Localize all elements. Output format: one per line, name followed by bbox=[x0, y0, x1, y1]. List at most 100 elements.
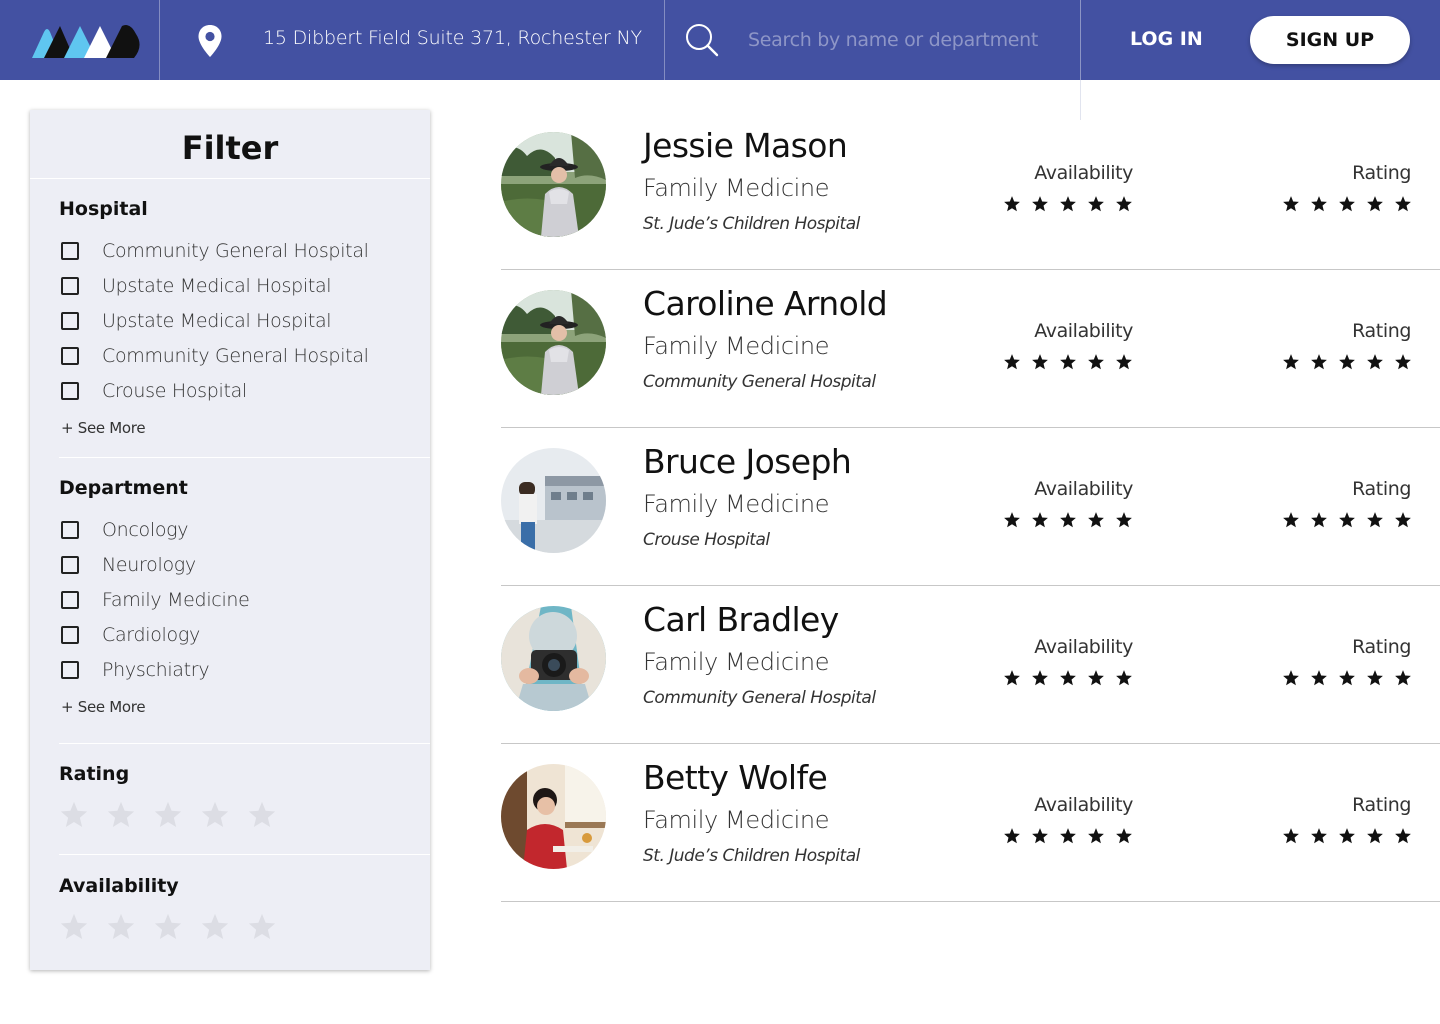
doctor-name[interactable]: Carl Bradley bbox=[643, 600, 839, 639]
hospital-filter-title: Hospital bbox=[59, 198, 148, 220]
star-icon bbox=[1060, 828, 1076, 844]
department-option-label: Oncology bbox=[102, 519, 189, 541]
brand-logo-icon[interactable] bbox=[30, 20, 142, 60]
checkbox[interactable] bbox=[61, 661, 79, 679]
login-button[interactable]: LOG IN bbox=[1130, 28, 1203, 50]
checkbox[interactable] bbox=[61, 556, 79, 574]
hospital-option-label: Crouse Hospital bbox=[102, 380, 247, 402]
checkbox[interactable] bbox=[61, 312, 79, 330]
star-icon bbox=[1395, 512, 1411, 528]
search-input[interactable] bbox=[748, 20, 1058, 60]
doctor-hospital: Community General Hospital bbox=[643, 372, 876, 392]
filter-title: Filter bbox=[181, 129, 279, 167]
star-icon[interactable] bbox=[106, 800, 136, 830]
star-icon bbox=[1367, 670, 1383, 686]
department-option-label: Family Medicine bbox=[102, 589, 250, 611]
department-see-more-link[interactable]: + See More bbox=[61, 698, 146, 716]
checkbox[interactable] bbox=[61, 591, 79, 609]
checkbox[interactable] bbox=[61, 382, 79, 400]
star-icon bbox=[1116, 354, 1132, 370]
star-icon bbox=[1311, 196, 1327, 212]
rating-stars bbox=[1282, 353, 1412, 371]
star-icon bbox=[1032, 670, 1048, 686]
star-icon[interactable] bbox=[59, 800, 89, 830]
star-icon bbox=[1311, 512, 1327, 528]
star-icon bbox=[1088, 196, 1104, 212]
rating-filter-stars[interactable] bbox=[59, 800, 277, 830]
doctor-avatar[interactable] bbox=[501, 606, 606, 711]
doctor-name[interactable]: Jessie Mason bbox=[643, 126, 848, 165]
star-icon bbox=[1311, 354, 1327, 370]
star-icon bbox=[1032, 196, 1048, 212]
availability-filter-title: Availability bbox=[59, 875, 179, 897]
availability-stars bbox=[1003, 195, 1133, 213]
doctor-specialty: Family Medicine bbox=[643, 806, 830, 834]
filter-divider bbox=[30, 178, 430, 179]
star-icon bbox=[1060, 354, 1076, 370]
hospital-option[interactable]: Upstate Medical Hospital bbox=[61, 274, 332, 298]
doctor-avatar[interactable] bbox=[501, 290, 606, 395]
department-option[interactable]: Cardiology bbox=[61, 623, 200, 647]
rating-stars bbox=[1282, 511, 1412, 529]
doctor-avatar[interactable] bbox=[501, 448, 606, 553]
star-icon[interactable] bbox=[247, 912, 277, 942]
department-option[interactable]: Oncology bbox=[61, 518, 189, 542]
doctor-name[interactable]: Caroline Arnold bbox=[643, 284, 888, 323]
checkbox[interactable] bbox=[61, 277, 79, 295]
availability-stars bbox=[1003, 511, 1133, 529]
card-divider bbox=[501, 901, 1440, 902]
availability-label: Availability bbox=[1034, 478, 1133, 500]
doctor-card[interactable]: Jessie Mason Family Medicine St. Jude’s Ch… bbox=[501, 112, 1440, 270]
star-icon bbox=[1088, 828, 1104, 844]
doctor-name[interactable]: Bruce Joseph bbox=[643, 442, 852, 481]
star-icon bbox=[1339, 354, 1355, 370]
department-option[interactable]: Neurology bbox=[61, 553, 196, 577]
star-icon[interactable] bbox=[200, 800, 230, 830]
checkbox[interactable] bbox=[61, 347, 79, 365]
star-icon bbox=[1088, 354, 1104, 370]
doctor-hospital: Community General Hospital bbox=[643, 688, 876, 708]
signup-button[interactable]: SIGN UP bbox=[1250, 16, 1410, 64]
hospital-see-more-link[interactable]: + See More bbox=[61, 419, 146, 437]
filter-divider bbox=[59, 457, 430, 458]
department-option-label: Neurology bbox=[102, 554, 196, 576]
department-option[interactable]: Family Medicine bbox=[61, 588, 250, 612]
checkbox[interactable] bbox=[61, 521, 79, 539]
hospital-option[interactable]: Upstate Medical Hospital bbox=[61, 309, 332, 333]
doctor-avatar[interactable] bbox=[501, 764, 606, 869]
star-icon bbox=[1032, 512, 1048, 528]
department-option[interactable]: Physchiatry bbox=[61, 658, 210, 682]
doctor-card[interactable]: Betty Wolfe Family Medicine St. Jude’s Chi… bbox=[501, 744, 1440, 902]
star-icon[interactable] bbox=[106, 912, 136, 942]
star-icon[interactable] bbox=[247, 800, 277, 830]
availability-label: Availability bbox=[1034, 162, 1133, 184]
star-icon bbox=[1060, 196, 1076, 212]
rating-filter-title: Rating bbox=[59, 763, 130, 785]
checkbox[interactable] bbox=[61, 242, 79, 260]
location-address[interactable]: 15 Dibbert Field Suite 371, Rochester NY bbox=[263, 27, 642, 49]
doctor-card[interactable]: Caroline Arnold Family Medicine Community … bbox=[501, 270, 1440, 428]
hospital-option[interactable]: Crouse Hospital bbox=[61, 379, 247, 403]
star-icon[interactable] bbox=[153, 912, 183, 942]
star-icon[interactable] bbox=[153, 800, 183, 830]
doctor-avatar[interactable] bbox=[501, 132, 606, 237]
star-icon bbox=[1395, 828, 1411, 844]
star-icon bbox=[1004, 828, 1020, 844]
search-icon[interactable] bbox=[684, 22, 720, 58]
doctor-card[interactable]: Carl Bradley Family Medicine Community Gen… bbox=[501, 586, 1440, 744]
star-icon bbox=[1339, 670, 1355, 686]
star-icon bbox=[1367, 196, 1383, 212]
star-icon bbox=[1060, 512, 1076, 528]
hospital-option[interactable]: Community General Hospital bbox=[61, 344, 369, 368]
star-icon[interactable] bbox=[59, 912, 89, 942]
star-icon bbox=[1004, 196, 1020, 212]
doctor-card[interactable]: Bruce Joseph Family Medicine Crouse Hospit… bbox=[501, 428, 1440, 586]
star-icon bbox=[1032, 354, 1048, 370]
star-icon bbox=[1367, 354, 1383, 370]
star-icon[interactable] bbox=[200, 912, 230, 942]
star-icon bbox=[1339, 828, 1355, 844]
hospital-option[interactable]: Community General Hospital bbox=[61, 239, 369, 263]
doctor-name[interactable]: Betty Wolfe bbox=[643, 758, 828, 797]
checkbox[interactable] bbox=[61, 626, 79, 644]
availability-filter-stars[interactable] bbox=[59, 912, 277, 942]
